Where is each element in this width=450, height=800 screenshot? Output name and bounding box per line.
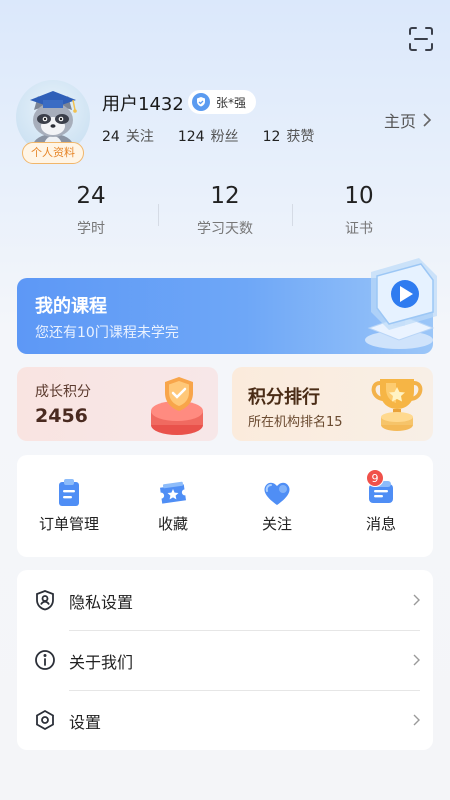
settings-menu: 隐私设置 关于我们 设置: [17, 570, 433, 750]
order-management-label: 订单管理: [38, 515, 99, 533]
verified-shield-icon: [192, 93, 210, 111]
chevron-right-icon: [413, 714, 420, 726]
info-icon: [35, 650, 55, 670]
stat-study-days[interactable]: 12 学习天数: [158, 180, 292, 242]
ticket-star-icon: [160, 481, 186, 504]
following-label: 关注: [125, 129, 154, 145]
stat-label: 学时: [77, 221, 105, 237]
my-courses-subtitle: 您还有10门课程未学完: [35, 325, 179, 341]
fans-count: 124: [177, 129, 205, 145]
stat-value: 10: [344, 183, 374, 209]
verified-badge: 张*强: [188, 90, 257, 114]
chevron-right-icon: [413, 594, 420, 606]
social-stats: 24 关注 124 粉丝 12 获赞: [102, 126, 314, 146]
home-link[interactable]: 主页: [384, 108, 432, 132]
messages-label: 消息: [365, 515, 396, 533]
favorites-label: 收藏: [157, 515, 188, 533]
video-player-illustration-icon: [365, 258, 437, 349]
verified-name: 张*强: [216, 95, 247, 110]
growth-points-value: 2456: [35, 405, 88, 427]
menu-item-about-us[interactable]: 关于我们: [17, 630, 433, 690]
heart-icon: [264, 482, 290, 505]
message-count-badge: 9: [366, 469, 384, 487]
menu-item-privacy-settings[interactable]: 隐私设置: [17, 570, 433, 630]
menu-item-label: 隐私设置: [69, 593, 134, 612]
shield-check-illustration-icon: [151, 377, 203, 435]
following-stat[interactable]: 24 关注: [102, 126, 154, 146]
likes-stat[interactable]: 12 获赞: [263, 126, 315, 146]
scan-button[interactable]: [406, 24, 436, 54]
privacy-shield-icon: [36, 590, 54, 611]
follow-label: 关注: [261, 515, 292, 533]
trophy-icon: [371, 379, 423, 431]
chevron-right-icon: [413, 654, 420, 666]
points-ranking-subtitle: 所在机构排名15: [248, 415, 343, 430]
menu-item-label: 设置: [69, 713, 102, 732]
growth-points-card[interactable]: 成长积分 2456: [17, 367, 218, 441]
my-courses-title: 我的课程: [35, 296, 107, 317]
stat-value: 24: [76, 183, 106, 209]
points-ranking-card[interactable]: 积分排行 所在机构排名15: [232, 367, 433, 441]
order-management-button[interactable]: 订单管理: [17, 455, 121, 557]
stat-certificates[interactable]: 10 证书: [292, 180, 426, 242]
likes-count: 12: [262, 129, 281, 145]
profile-tag[interactable]: 个人资料: [22, 142, 84, 164]
fans-stat[interactable]: 124 粉丝: [178, 126, 239, 146]
stat-label: 学习天数: [197, 221, 253, 237]
clipboard-icon: [59, 479, 79, 506]
scan-icon: [409, 27, 433, 51]
favorites-button[interactable]: 收藏: [121, 455, 225, 557]
menu-item-settings[interactable]: 设置: [17, 690, 433, 750]
learning-stats: 24 学时 12 学习天数 10 证书: [24, 180, 426, 242]
following-count: 24: [102, 129, 120, 145]
stat-value: 12: [210, 183, 240, 209]
fans-label: 粉丝: [210, 129, 239, 145]
username: 用户1432: [102, 94, 184, 115]
likes-label: 获赞: [286, 129, 315, 145]
points-ranking-title: 积分排行: [248, 387, 320, 408]
menu-item-label: 关于我们: [69, 653, 134, 672]
stat-label: 证书: [345, 221, 373, 237]
follow-button[interactable]: 关注: [225, 455, 329, 557]
my-courses-card[interactable]: 我的课程 您还有10门课程未学完: [17, 258, 437, 354]
growth-points-label: 成长积分: [35, 384, 91, 400]
settings-hex-icon: [36, 709, 54, 731]
stat-study-hours[interactable]: 24 学时: [24, 180, 158, 242]
chevron-right-icon: [423, 113, 432, 127]
home-link-label: 主页: [384, 112, 417, 131]
